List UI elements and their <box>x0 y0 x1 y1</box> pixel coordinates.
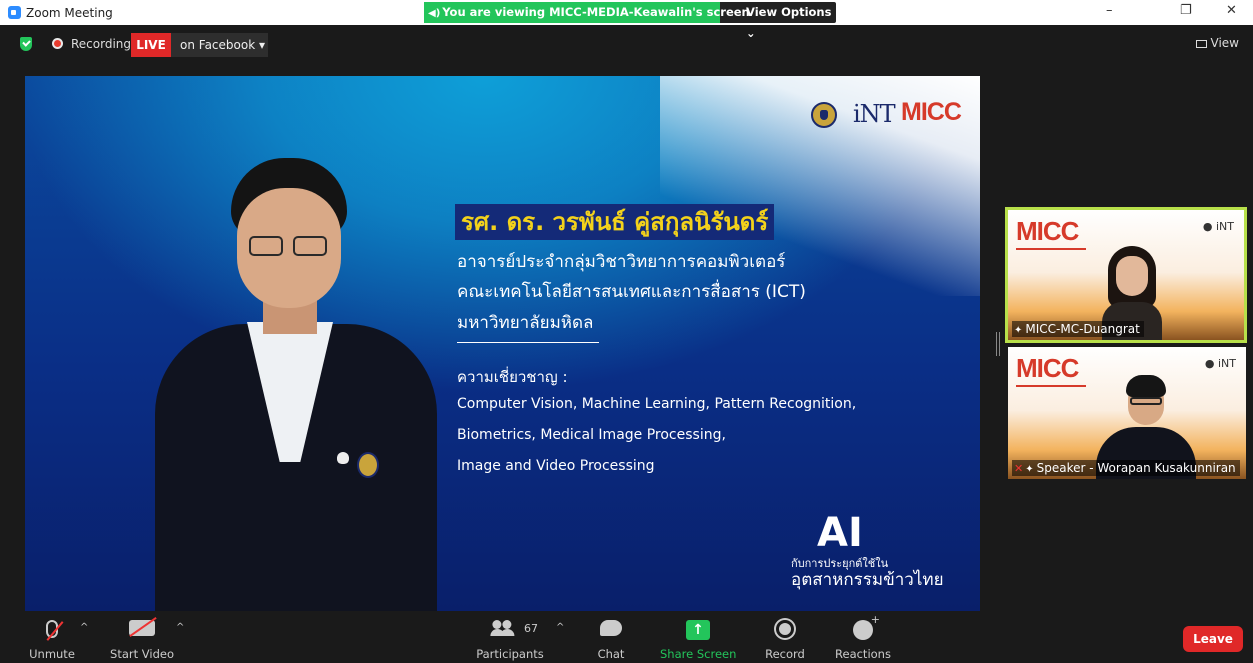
expertise-line-2: Biometrics, Medical Image Processing, <box>457 427 726 443</box>
chat-icon <box>600 620 622 636</box>
participants-options-caret[interactable]: ^ <box>556 622 564 633</box>
leave-button[interactable]: Leave <box>1183 626 1243 652</box>
recording-label[interactable]: Recording <box>71 37 131 51</box>
record-button[interactable]: Record <box>760 612 810 663</box>
tile-logo-underline <box>1016 248 1086 264</box>
divider <box>457 342 599 343</box>
reactions-button[interactable]: Reactions <box>832 612 894 663</box>
chevron-down-icon: ⌄ <box>746 26 756 40</box>
participants-count: 67 <box>524 622 538 635</box>
caret-down-icon: ▾ <box>258 38 266 52</box>
expertise-line-1: Computer Vision, Machine Learning, Patte… <box>457 396 857 412</box>
window-title-bar: Zoom Meeting ◀) You are viewing MICC-MEDI… <box>0 0 1253 40</box>
slide-title: รศ. ดร. วรพันธ์ คู่สกุลนิรันดร์ <box>455 204 775 240</box>
share-screen-icon: ↑ <box>686 620 710 640</box>
participant-name-tag: ✦ MICC-MC-Duangrat <box>1012 321 1144 337</box>
participant-name: MICC-MC-Duangrat <box>1025 322 1140 336</box>
hair <box>1126 375 1166 397</box>
close-button[interactable]: ✕ <box>1226 3 1237 18</box>
zoom-app-icon <box>8 6 21 19</box>
start-video-button[interactable]: Start Video <box>108 612 176 663</box>
affiliation-line-1: อาจารย์ประจำกลุ่มวิชาวิทยาการคอมพิวเตอร์ <box>457 252 786 272</box>
pin-icon: ✦ <box>1025 464 1034 475</box>
restore-button[interactable]: ❐ <box>1180 3 1192 18</box>
video-off-icon <box>129 620 155 636</box>
ai-subtitle-2: อุตสาหกรรมข้าวไทย <box>791 570 944 590</box>
tile-logos-right: ● iNT <box>1204 357 1236 370</box>
video-tile-worapan[interactable]: MICC ● iNT ✕ ✦ Speaker - Worapan Kusakunni… <box>1008 347 1246 479</box>
ai-title: AI <box>817 510 863 556</box>
glasses-right <box>293 236 327 256</box>
reactions-label: Reactions <box>835 647 891 661</box>
mahidol-seal-logo <box>811 102 837 128</box>
window-title: Zoom Meeting <box>26 6 113 20</box>
glasses <box>1130 397 1162 405</box>
viewing-screen-text: You are viewing MICC-MEDIA-Keawalin's sc… <box>442 5 750 19</box>
participants-icon <box>490 620 518 636</box>
speaker-icon: ◀) <box>428 8 441 19</box>
video-tile-duangrat[interactable]: MICC ● iNT ✦ MICC-MC-Duangrat <box>1005 207 1247 343</box>
view-label: View <box>1210 36 1239 50</box>
view-button[interactable]: View <box>1195 36 1239 50</box>
university-badge <box>357 452 379 478</box>
tile-micc-logo: MICC <box>1016 216 1079 246</box>
record-button-icon <box>776 620 794 638</box>
record-label: Record <box>765 647 805 661</box>
video-options-caret[interactable]: ^ <box>176 622 184 633</box>
speaker-photo <box>145 154 445 611</box>
share-screen-label: Share Screen <box>660 647 737 661</box>
shared-screen-slide: iNT MICC รศ. ดร. วรพันธ์ คู่สกุลนิรันดร์… <box>25 76 980 611</box>
shield-icon[interactable] <box>20 37 32 51</box>
affiliation-line-3: มหาวิทยาลัยมหิดล <box>457 313 594 333</box>
participants-button[interactable]: 67 Participants <box>474 612 546 663</box>
participant-name: Speaker - Worapan Kusakunniran <box>1036 461 1236 475</box>
view-options-label: View Options <box>746 5 832 19</box>
face <box>1116 256 1148 296</box>
live-badge: LIVE <box>131 33 171 57</box>
tile-micc-logo: MICC <box>1016 353 1079 383</box>
share-screen-button[interactable]: ↑ Share Screen <box>660 612 736 663</box>
reactions-icon <box>853 613 880 640</box>
record-icon <box>52 38 63 49</box>
viewing-screen-notice: ◀) You are viewing MICC-MEDIA-Keawalin's … <box>424 2 750 23</box>
tile-logo-underline <box>1016 385 1086 401</box>
unmute-label: Unmute <box>29 647 75 661</box>
chat-label: Chat <box>597 647 625 661</box>
audio-options-caret[interactable]: ^ <box>80 622 88 633</box>
grid-icon <box>1195 40 1207 48</box>
int-logo: iNT <box>853 100 896 128</box>
screen-share-banner: ◀) You are viewing MICC-MEDIA-Keawalin's … <box>424 2 836 40</box>
meeting-toolbar: Unmute ^ Start Video ^ 67 Participants ^… <box>0 612 1253 663</box>
lapel-pin <box>337 452 349 464</box>
mic-muted-icon <box>46 620 58 638</box>
participants-label: Participants <box>476 647 544 661</box>
tile-logos-right: ● iNT <box>1202 220 1234 233</box>
unmute-button[interactable]: Unmute <box>20 612 84 663</box>
chat-button[interactable]: Chat <box>590 612 632 663</box>
live-destination-dropdown[interactable]: on Facebook ▾ <box>171 33 268 57</box>
live-destination-label: on Facebook <box>180 38 256 52</box>
pin-icon: ✦ <box>1014 325 1023 336</box>
affiliation-line-2: คณะเทคโนโลยีสารสนเทศและการสื่อสาร (ICT) <box>457 282 806 302</box>
participant-name-tag: ✕ ✦ Speaker - Worapan Kusakunniran <box>1012 460 1240 476</box>
expertise-line-3: Image and Video Processing <box>457 458 655 474</box>
minimize-button[interactable]: – <box>1106 3 1113 18</box>
mic-muted-icon: ✕ <box>1014 462 1024 475</box>
panel-resize-handle[interactable] <box>996 332 1000 356</box>
view-options-button[interactable]: View Options ⌄ <box>746 2 836 40</box>
glasses-left <box>249 236 283 256</box>
micc-logo: MICC <box>901 98 962 126</box>
start-video-label: Start Video <box>110 647 174 661</box>
expertise-label: ความเชี่ยวชาญ : <box>457 368 568 386</box>
